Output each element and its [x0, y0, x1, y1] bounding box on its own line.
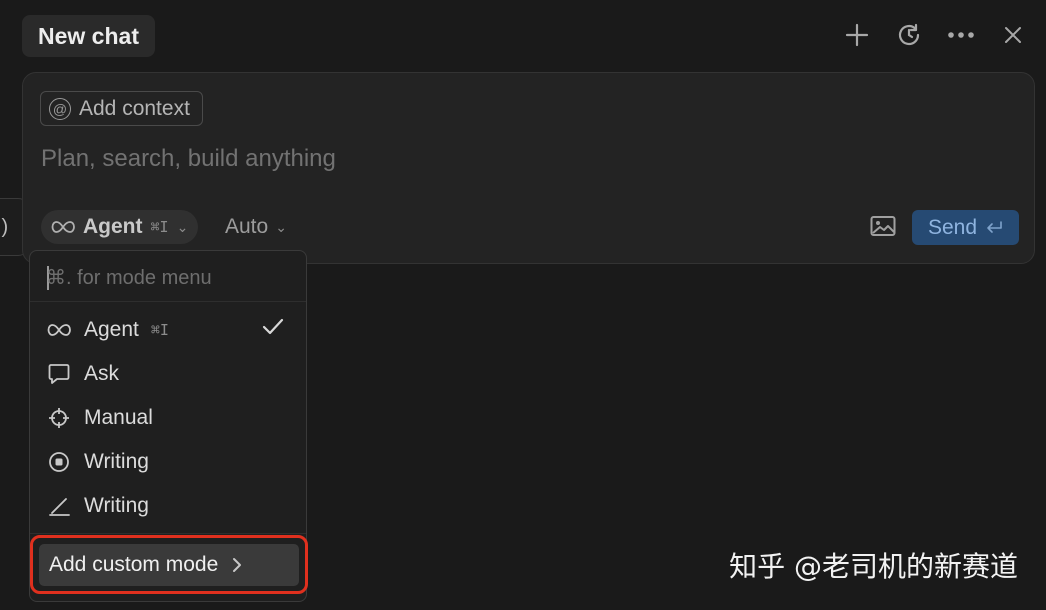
- mode-label: Agent: [83, 215, 143, 238]
- new-chat-button[interactable]: [840, 14, 874, 56]
- menu-item-shortcut: ⌘I: [150, 321, 169, 339]
- chevron-down-icon: ⌄: [176, 218, 189, 235]
- infinity-icon: [51, 221, 75, 233]
- menu-item-label: Writing: [84, 450, 149, 473]
- highlight-box: Add custom mode: [30, 535, 308, 594]
- menu-item-agent[interactable]: Agent ⌘I: [42, 310, 296, 350]
- infinity-icon: [46, 317, 72, 343]
- tab-new-chat[interactable]: New chat: [22, 15, 155, 57]
- menu-item-writing-2[interactable]: Writing: [42, 486, 296, 526]
- radio-circle-icon: [46, 449, 72, 475]
- app-root: New chat .) @ Add context Agent ⌘I ⌄: [0, 0, 1046, 610]
- side-tab-label: .): [0, 215, 9, 238]
- check-icon: [262, 318, 284, 342]
- menu-divider: [30, 301, 306, 302]
- mode-shortcut: ⌘I: [150, 218, 169, 236]
- crosshair-icon: [46, 405, 72, 431]
- image-icon: [870, 216, 896, 236]
- prompt-input[interactable]: [41, 145, 941, 173]
- return-icon: [987, 220, 1002, 233]
- at-icon: @: [49, 97, 71, 120]
- mode-menu: Agent ⌘I Ask Manual Writing: [29, 250, 308, 602]
- send-label: Send: [927, 215, 978, 239]
- send-button[interactable]: Send: [912, 210, 1019, 245]
- mode-selector[interactable]: Agent ⌘I ⌄: [41, 210, 199, 244]
- menu-item-label: Ask: [84, 362, 120, 385]
- model-selector[interactable]: Auto ⌄: [225, 210, 287, 244]
- attach-image-button[interactable]: [870, 215, 898, 239]
- composer: @ Add context Agent ⌘I ⌄ Auto ⌄ Send: [22, 72, 1035, 264]
- close-icon: [1005, 27, 1021, 43]
- mode-search-input[interactable]: [46, 263, 286, 293]
- menu-item-writing-1[interactable]: Writing: [42, 442, 296, 482]
- history-icon: [898, 23, 920, 46]
- menu-item-ask[interactable]: Ask: [42, 354, 296, 394]
- close-button[interactable]: [996, 14, 1030, 56]
- chat-bubble-icon: [46, 361, 72, 387]
- chevron-down-icon: ⌄: [275, 218, 287, 235]
- menu-item-label: Writing: [84, 494, 149, 517]
- add-custom-mode-button[interactable]: Add custom mode: [39, 544, 299, 586]
- plus-icon: [845, 23, 869, 47]
- more-button[interactable]: [944, 14, 978, 56]
- watermark: 知乎 @老司机的新赛道: [729, 550, 1018, 583]
- add-custom-mode-label: Add custom mode: [49, 553, 219, 576]
- menu-item-label: Agent: [84, 318, 139, 341]
- menu-item-label: Manual: [84, 406, 153, 429]
- chevron-right-icon: [233, 558, 242, 572]
- top-actions: [840, 14, 1030, 56]
- history-button[interactable]: [892, 14, 926, 56]
- add-context-button[interactable]: @ Add context: [40, 91, 203, 126]
- model-label: Auto: [225, 215, 269, 238]
- tab-title: New chat: [38, 22, 139, 49]
- pen-line-icon: [46, 493, 72, 519]
- menu-divider: [30, 533, 306, 534]
- more-icon: [948, 32, 974, 38]
- menu-item-manual[interactable]: Manual: [42, 398, 296, 438]
- add-context-label: Add context: [79, 96, 190, 120]
